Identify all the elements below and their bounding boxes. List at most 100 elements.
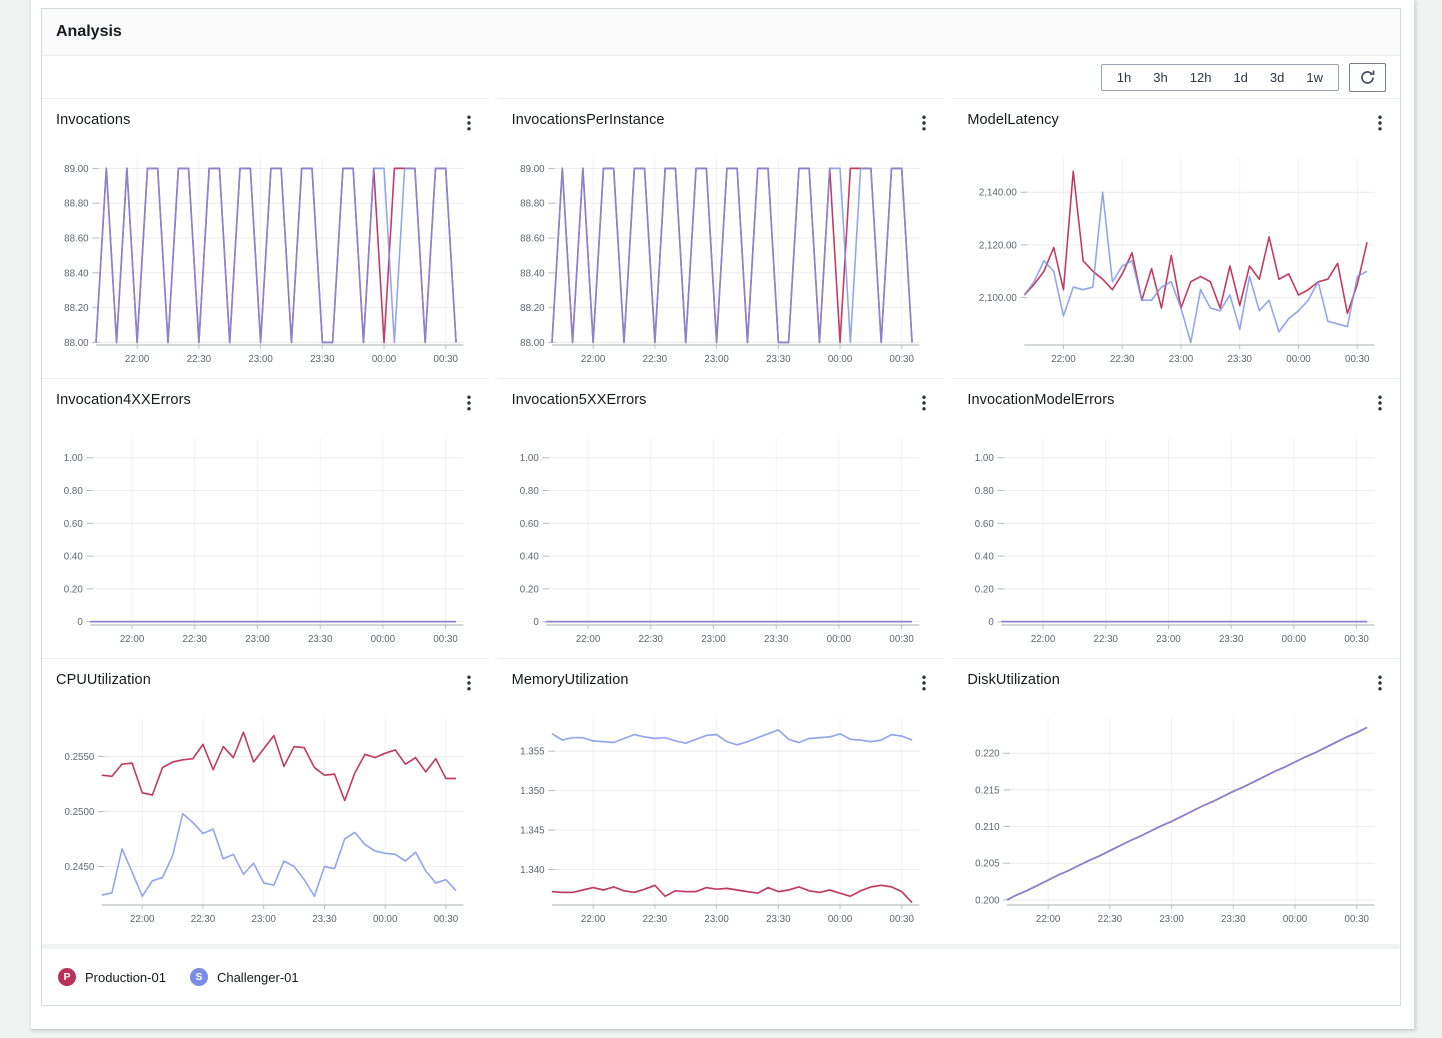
chart-menu-button[interactable] [918,673,930,693]
svg-text:23:00: 23:00 [252,914,277,925]
chart-title: ModelLatency [967,112,1058,128]
content-panel: Analysis 1h3h12h1d3d1w Invocations [30,0,1415,1030]
charts-grid: Invocations 22:0022:3023:0023:3000:0000:… [42,98,1400,938]
svg-text:0.2450: 0.2450 [64,862,94,873]
svg-text:22:00: 22:00 [1036,914,1061,925]
range-button-1d[interactable]: 1d [1222,66,1258,89]
svg-text:00:30: 00:30 [434,354,459,365]
chart-title: DiskUtilization [967,672,1060,688]
toolbar: 1h3h12h1d3d1w [42,56,1400,98]
svg-text:88.00: 88.00 [64,338,89,349]
svg-text:88.60: 88.60 [64,233,89,244]
card-header: Analysis [42,9,1400,56]
refresh-icon [1359,69,1376,86]
chart-title: CPUUtilization [56,672,151,688]
svg-text:0.215: 0.215 [975,785,1000,796]
svg-text:22:30: 22:30 [191,914,216,925]
chart-menu-button[interactable] [918,113,930,133]
svg-text:0.80: 0.80 [519,486,538,497]
range-button-12h[interactable]: 12h [1179,66,1223,89]
chart-canvas-invocations-per-instance: 22:0022:3023:0023:3000:0000:3089.0088.80… [512,148,931,373]
svg-text:1.00: 1.00 [975,453,994,464]
legend: P Production-01 S Challenger-01 [42,949,1400,1005]
svg-text:88.20: 88.20 [64,303,89,314]
svg-text:23:30: 23:30 [1219,634,1244,645]
svg-text:0.210: 0.210 [975,822,1000,833]
svg-text:0.40: 0.40 [519,551,538,562]
svg-text:22:30: 22:30 [1110,354,1135,365]
time-range-selector: 1h3h12h1d3d1w [1101,64,1339,91]
chart-menu-button[interactable] [463,393,475,413]
svg-text:0.205: 0.205 [975,858,1000,869]
svg-text:23:30: 23:30 [1221,914,1246,925]
range-button-1h[interactable]: 1h [1106,66,1142,89]
svg-text:0.20: 0.20 [975,584,994,595]
svg-text:23:30: 23:30 [766,354,791,365]
svg-text:00:30: 00:30 [889,634,914,645]
range-button-3h[interactable]: 3h [1142,66,1178,89]
analysis-card: Analysis 1h3h12h1d3d1w Invocations [41,8,1401,1006]
svg-text:00:30: 00:30 [433,634,458,645]
svg-text:22:30: 22:30 [1098,914,1123,925]
svg-text:0.40: 0.40 [975,551,994,562]
svg-text:88.60: 88.60 [520,233,545,244]
chart-menu-button[interactable] [1374,393,1386,413]
chart-panel-invocations: Invocations 22:0022:3023:0023:3000:0000:… [42,98,489,378]
svg-text:2,100.00: 2,100.00 [979,293,1017,304]
svg-text:00:30: 00:30 [1345,914,1370,925]
svg-text:88.20: 88.20 [520,303,545,314]
svg-text:00:00: 00:00 [1283,914,1308,925]
card-body: 1h3h12h1d3d1w Invocations [42,56,1400,1005]
chart-menu-button[interactable] [918,393,930,413]
legend-label-challenger: Challenger-01 [217,970,299,985]
svg-text:00:30: 00:30 [889,354,914,365]
svg-text:00:30: 00:30 [889,914,914,925]
chart-canvas-invocation-5xx-errors: 22:0022:3023:0023:3000:0000:301.000.800.… [512,428,931,653]
svg-text:88.80: 88.80 [64,198,89,209]
chart-panel-invocation-4xx-errors: Invocation4XXErrors 22:0022:3023:0023:30… [42,378,489,658]
svg-text:23:00: 23:00 [245,634,270,645]
chart-title: Invocation5XXErrors [512,392,647,408]
svg-text:22:30: 22:30 [183,634,208,645]
chart-menu-button[interactable] [1374,113,1386,133]
svg-text:22:00: 22:00 [125,354,150,365]
svg-text:1.00: 1.00 [64,453,83,464]
chart-canvas-memory-utilization: 22:0022:3023:0023:3000:0000:301.3551.350… [512,708,931,933]
svg-text:22:00: 22:00 [120,634,145,645]
svg-text:00:30: 00:30 [1345,634,1370,645]
svg-text:88.40: 88.40 [64,268,89,279]
svg-text:0: 0 [989,617,995,628]
chart-canvas-disk-utilization: 22:0022:3023:0023:3000:0000:300.2200.215… [967,708,1386,933]
svg-text:00:00: 00:00 [1287,354,1312,365]
svg-text:0.80: 0.80 [975,486,994,497]
chart-canvas-model-latency: 22:0022:3023:0023:3000:0000:302,140.002,… [967,148,1386,373]
chart-canvas-invocation-4xx-errors: 22:0022:3023:0023:3000:0000:301.000.800.… [56,428,475,653]
svg-text:00:00: 00:00 [1282,634,1307,645]
chart-title: MemoryUtilization [512,672,629,688]
chart-menu-button[interactable] [463,673,475,693]
svg-text:22:00: 22:00 [581,354,606,365]
svg-text:0.60: 0.60 [975,519,994,530]
kebab-icon [467,675,471,691]
challenger-badge: S [190,968,208,986]
svg-text:00:00: 00:00 [372,354,397,365]
range-button-1w[interactable]: 1w [1295,66,1334,89]
svg-text:00:00: 00:00 [828,354,853,365]
svg-text:1.355: 1.355 [520,746,545,757]
chart-panel-disk-utilization: DiskUtilization 22:0022:3023:0023:3000:0… [953,658,1400,938]
chart-panel-invocations-per-instance: InvocationsPerInstance 22:0022:3023:0023… [498,98,945,378]
svg-text:1.00: 1.00 [519,453,538,464]
chart-menu-button[interactable] [463,113,475,133]
legend-item-production: P Production-01 [58,968,166,986]
svg-text:23:00: 23:00 [704,354,729,365]
svg-text:89.00: 89.00 [64,164,89,175]
range-button-3d[interactable]: 3d [1259,66,1295,89]
svg-text:0.60: 0.60 [64,519,83,530]
refresh-button[interactable] [1349,63,1386,92]
chart-menu-button[interactable] [1374,673,1386,693]
svg-text:22:30: 22:30 [642,914,667,925]
svg-text:23:00: 23:00 [1157,634,1182,645]
legend-item-challenger: S Challenger-01 [190,968,299,986]
svg-text:2,120.00: 2,120.00 [979,240,1017,251]
svg-text:88.40: 88.40 [520,268,545,279]
